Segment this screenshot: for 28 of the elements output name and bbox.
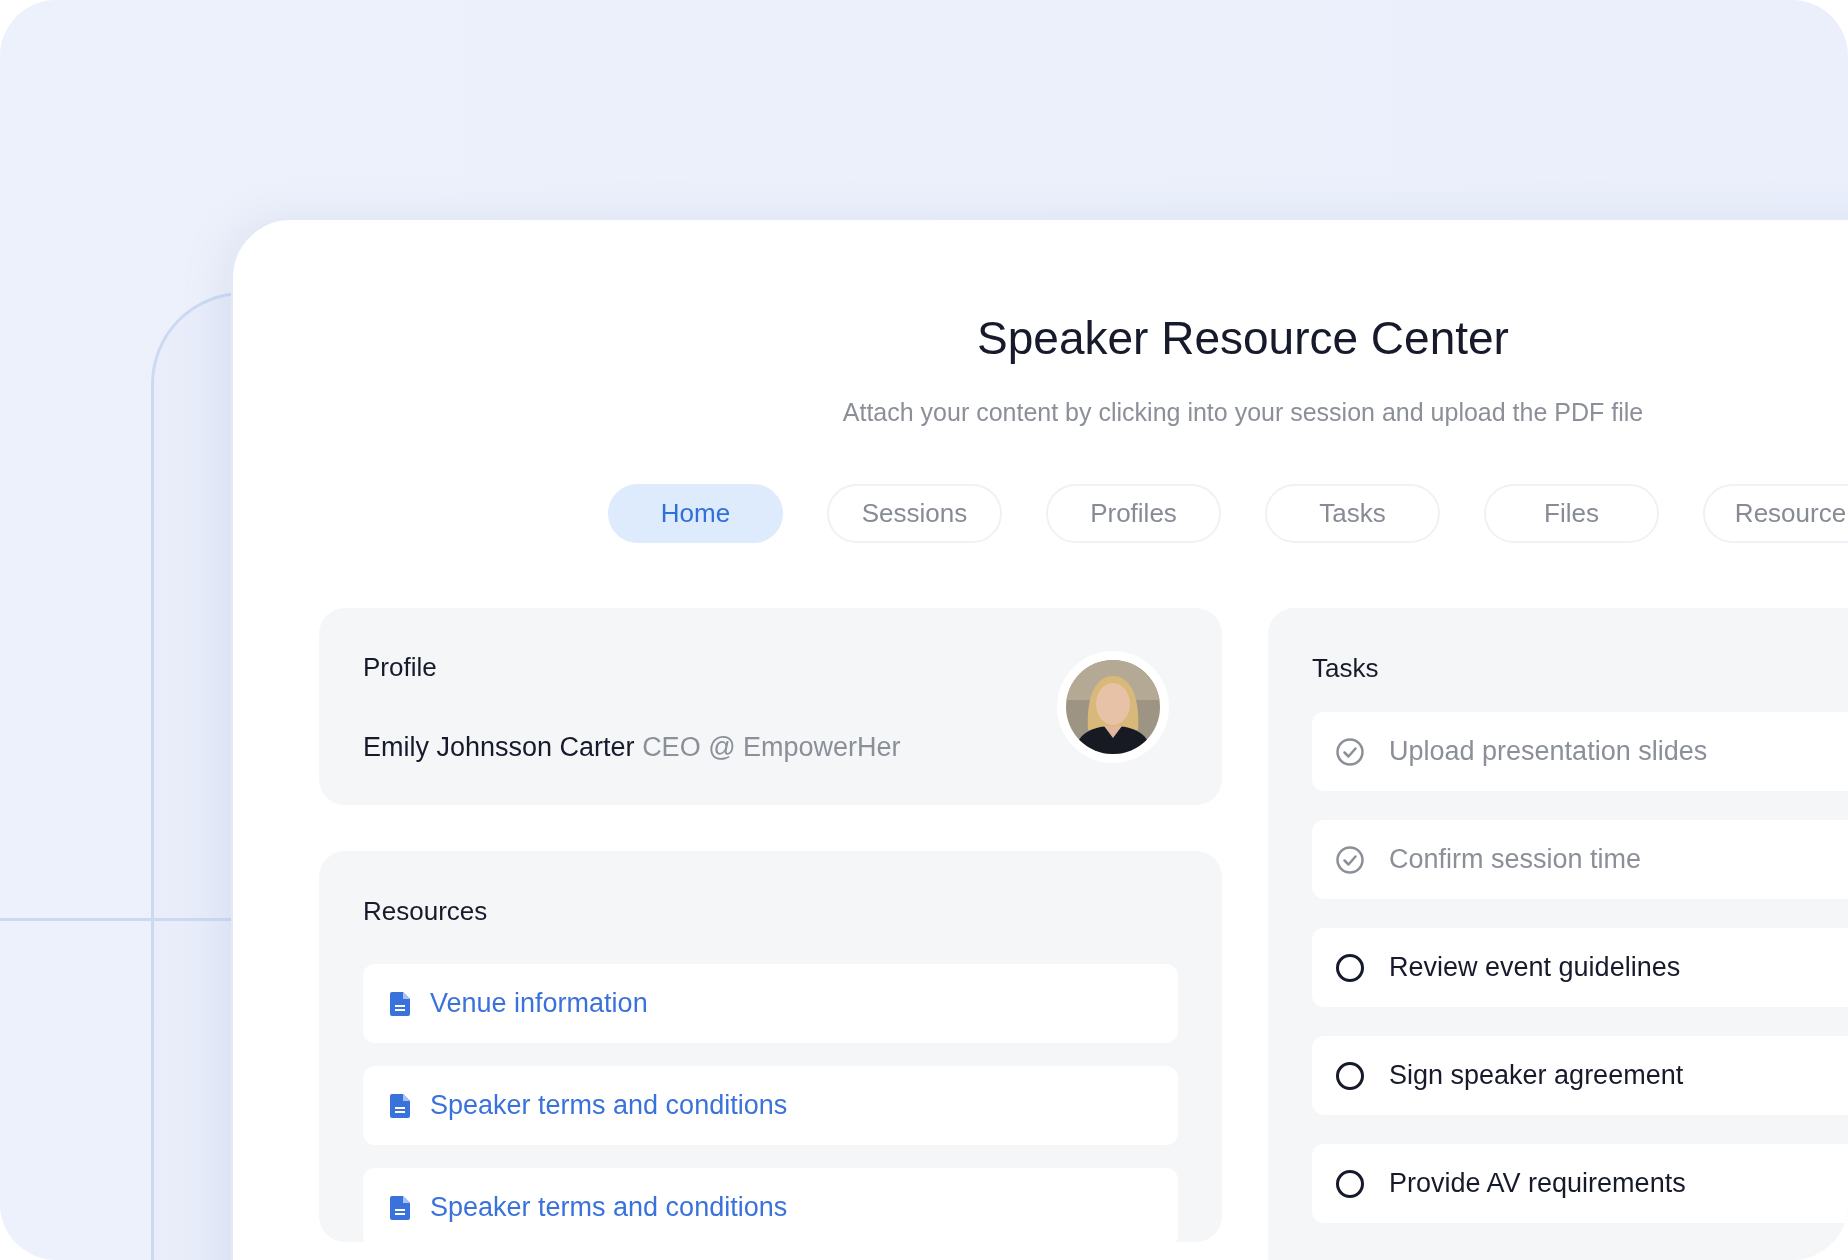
- empty-circle-icon[interactable]: [1335, 952, 1365, 983]
- check-circle-icon[interactable]: [1335, 736, 1365, 767]
- nav-tab[interactable]: Tasks: [1265, 484, 1440, 543]
- card-heading: Tasks: [1312, 652, 1380, 684]
- task-label: Sign speaker agreement: [1389, 1060, 1684, 1091]
- task-label: Upload presentation slides: [1389, 736, 1708, 767]
- profile-name: Emily Johnsson Carter CEO @ EmpowerHer: [363, 730, 901, 763]
- nav-tab[interactable]: Home: [608, 484, 783, 543]
- nav-tab[interactable]: Resource: [1703, 484, 1848, 543]
- task-label: Review event guidelines: [1389, 952, 1681, 983]
- card-heading: Resources: [363, 895, 489, 927]
- resource-link[interactable]: Venue information: [363, 964, 1178, 1043]
- resource-link[interactable]: Speaker terms and conditions: [363, 1168, 1178, 1242]
- nav-tab[interactable]: Sessions: [827, 484, 1002, 543]
- check-circle-icon[interactable]: [1335, 844, 1365, 875]
- nav-tab[interactable]: Files: [1484, 484, 1659, 543]
- nav-tab[interactable]: Profiles: [1046, 484, 1221, 543]
- empty-circle-icon[interactable]: [1335, 1168, 1365, 1199]
- empty-circle-icon[interactable]: [1335, 1060, 1365, 1091]
- document-icon: [390, 1195, 410, 1220]
- task-label: Provide AV requirements: [1389, 1168, 1686, 1199]
- page-title: Speaker Resource Center: [977, 311, 1509, 366]
- card-heading: Profile: [363, 650, 438, 683]
- page-subtitle: Attach your content by clicking into your session and upload the PDF file: [842, 397, 1644, 427]
- resource-link[interactable]: Speaker terms and conditions: [363, 1066, 1178, 1145]
- document-icon: [390, 991, 410, 1016]
- document-icon: [390, 1093, 410, 1118]
- task-label: Confirm session time: [1389, 844, 1642, 875]
